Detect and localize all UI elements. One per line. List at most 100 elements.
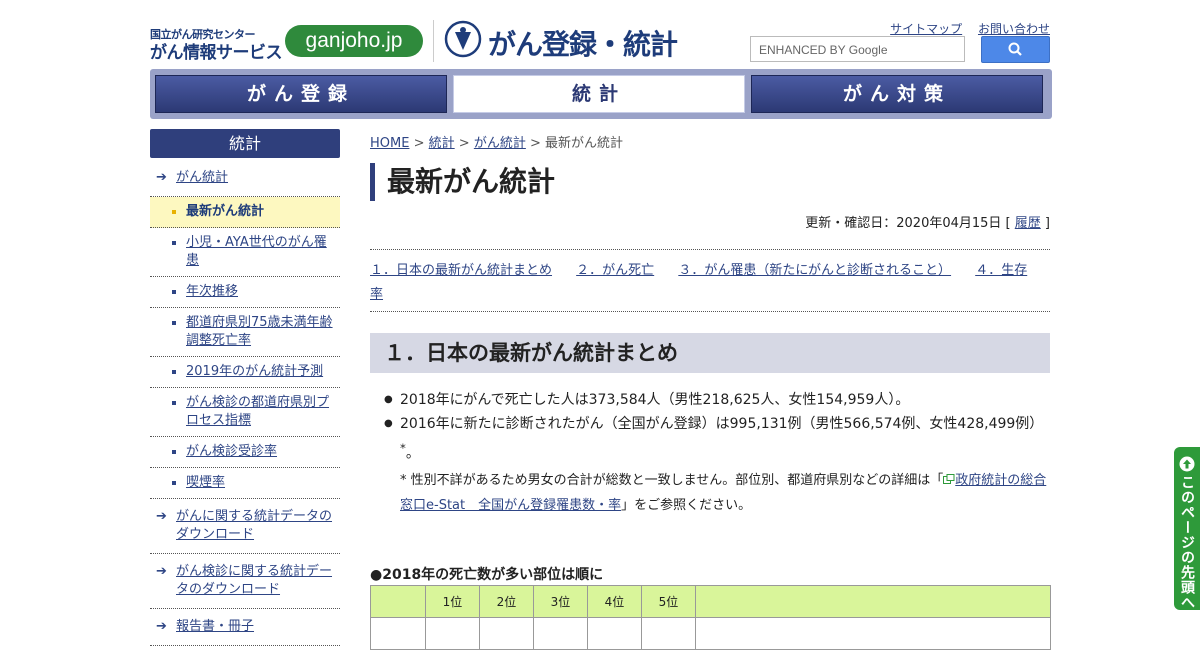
footnote-text-end: 」をご参照ください。 [621,497,752,513]
table-header [370,585,426,618]
sidebar-item-label[interactable]: がん統計 [176,169,336,187]
table-row [370,617,1051,650]
global-nav: がん登録 統計 がん対策 [150,69,1052,119]
sidebar-item[interactable]: 小児・AYA世代のがん罹患 [150,228,340,277]
update-info: 更新・確認日：2020年04月15日 [ 履歴 ] [805,212,1050,231]
toc-link-incidence[interactable]: ３．がん罹患（新たにがんと診断されること） [678,263,951,278]
deaths-summary: 2018年にがんで死亡した人は373,584人（男性218,625人、女性154… [400,392,910,408]
back-to-top-label: このページの先頭へ [1179,475,1195,610]
list-item: ● 2018年にがんで死亡した人は373,584人（男性218,625人、女性1… [384,388,1050,412]
sidebar-item[interactable]: ➔ がん検診に関する統計データのダウンロード [150,554,340,609]
sidebar-item[interactable]: がん検診の都道府県別プロセス指標 [150,388,340,437]
square-bullet-icon [172,234,178,258]
sidebar-item-label[interactable]: がん検診の都道府県別プロセス指標 [186,394,334,430]
sidebar-item-label[interactable]: がんに関する統計データのダウンロード [176,508,336,544]
list-item: ● 2016年に新たに診断されたがん（全国がん登録）は995,131例（男性56… [384,412,1050,466]
arrow-up-circle-icon [1179,456,1195,472]
utility-links: サイトマップ お問い合わせ [878,20,1050,37]
gnav-statistics[interactable]: 統計 [453,75,745,113]
gnav-registry[interactable]: がん登録 [155,75,447,113]
site-header: 国立がん研究センター がん情報サービス ganjoho.jp がん登録・統計 サ… [150,16,1050,66]
sidebar-item-label[interactable]: 2019年のがん統計予測 [186,363,334,381]
sentence-end: 。 [405,445,420,462]
sidebar-item[interactable]: ➔ がんに関する統計データのダウンロード [150,499,340,554]
update-date: 更新・確認日：2020年04月15日 [ [805,216,1011,231]
sidebar-item-label[interactable]: 小児・AYA世代のがん罹患 [186,234,334,270]
footnote-text: * 性別不詳があるため男女の合計が総数と一致しません。部位別、都道府県別などの詳… [400,472,944,488]
sidebar-item[interactable]: がん検診受診率 [150,437,340,468]
sidebar-item-label[interactable]: 報告書・冊子 [176,618,336,636]
table-header-row: 1位 2位 3位 4位 5位 [370,585,1051,618]
sidebar-item[interactable]: 2019年のがん統計予測 [150,357,340,388]
contact-link[interactable]: お問い合わせ [978,22,1050,36]
service-name-logo[interactable]: がん情報サービス [150,38,283,63]
update-bracket: ] [1044,216,1050,231]
arrow-right-icon: ➔ [156,564,167,579]
square-bullet-icon [172,474,178,498]
table-cell [479,617,534,650]
table-cell [641,617,696,650]
cancer-registry-emblem-icon [444,20,482,58]
arrow-right-icon: ➔ [156,170,167,185]
breadcrumb-current: 最新がん統計 [545,136,624,151]
breadcrumb: HOME > 統計 > がん統計 > 最新がん統計 [370,132,623,151]
sidebar-item[interactable]: 都道府県別75歳未満年齢調整死亡率 [150,308,340,357]
square-bullet-icon [172,394,178,418]
history-link[interactable]: 履歴 [1015,216,1041,231]
table-cell [425,617,480,650]
table-header: 4位 [587,585,642,618]
toc-link-mortality[interactable]: ２．がん死亡 [576,263,654,278]
site-title[interactable]: がん登録・統計 [488,23,678,63]
bullet-icon: ● [384,418,393,429]
sitemap-link[interactable]: サイトマップ [890,22,962,36]
external-link-icon [943,473,955,484]
table-header: 5位 [641,585,696,618]
toc-link-summary[interactable]: １．日本の最新がん統計まとめ [370,263,552,278]
page-title: 最新がん統計 [370,163,555,201]
table-header: 3位 [533,585,588,618]
sidebar-item[interactable]: 喫煙率 [150,468,340,499]
sidebar-item-label[interactable]: 喫煙率 [186,474,334,492]
table-header: 2位 [479,585,534,618]
ranking-title: ●2018年の死亡数が多い部位は順に [370,567,604,583]
breadcrumb-sep: > [530,136,541,151]
bullet-icon: ● [384,394,393,405]
search-button[interactable] [981,36,1050,63]
sidebar-item[interactable]: 最新がん統計 [150,197,340,228]
table-cell [695,617,1051,650]
table-cell [370,617,426,650]
gnav-policy[interactable]: がん対策 [751,75,1043,113]
sidebar-item[interactable]: ➔ がん統計 [150,160,340,197]
ranking-table: 1位 2位 3位 4位 5位 [370,585,1051,650]
sidebar-heading[interactable]: 統計 [150,129,340,158]
summary-list: ● 2018年にがんで死亡した人は373,584人（男性218,625人、女性1… [384,388,1050,518]
back-to-top-button[interactable]: このページの先頭へ [1174,447,1200,610]
breadcrumb-statistics[interactable]: 統計 [429,136,455,151]
square-bullet-icon [172,363,178,387]
sidebar-item-label[interactable]: がん検診に関する統計データのダウンロード [176,563,336,599]
table-of-contents: １．日本の最新がん統計まとめ ２．がん死亡 ３．がん罹患（新たにがんと診断される… [370,249,1050,312]
sidebar-nav: ➔ がん統計最新がん統計小児・AYA世代のがん罹患年次推移都道府県別75歳未満年齢… [150,160,340,646]
ganjoho-logo-badge[interactable]: ganjoho.jp [285,25,423,57]
square-bullet-icon [172,283,178,307]
breadcrumb-home[interactable]: HOME [370,136,409,151]
sidebar-item[interactable]: ➔ 報告書・冊子 [150,609,340,646]
sidebar-item[interactable]: 年次推移 [150,277,340,308]
footnote: * 性別不詳があるため男女の合計が総数と一致しません。部位別、都道府県別などの詳… [400,468,1050,518]
incidence-summary: 2016年に新たに診断されたがん（全国がん登録）は995,131例（男性566,… [400,416,1044,432]
square-bullet-icon [172,443,178,467]
section-heading: １．日本の最新がん統計まとめ [370,333,1050,373]
sidebar-item-label[interactable]: 都道府県別75歳未満年齢調整死亡率 [186,314,334,350]
search-icon [1008,42,1022,56]
table-header: 1位 [425,585,480,618]
table-header [695,585,1051,618]
sidebar-item-label[interactable]: がん検診受診率 [186,443,334,461]
square-bullet-icon [172,314,178,338]
arrow-right-icon: ➔ [156,509,167,524]
square-bullet-icon [172,203,178,227]
table-cell [587,617,642,650]
sidebar-item-label[interactable]: 最新がん統計 [186,203,334,221]
sidebar-item-label[interactable]: 年次推移 [186,283,334,301]
search-input[interactable]: ENHANCED BY Google [750,36,965,62]
breadcrumb-cancer-stats[interactable]: がん統計 [474,136,526,151]
